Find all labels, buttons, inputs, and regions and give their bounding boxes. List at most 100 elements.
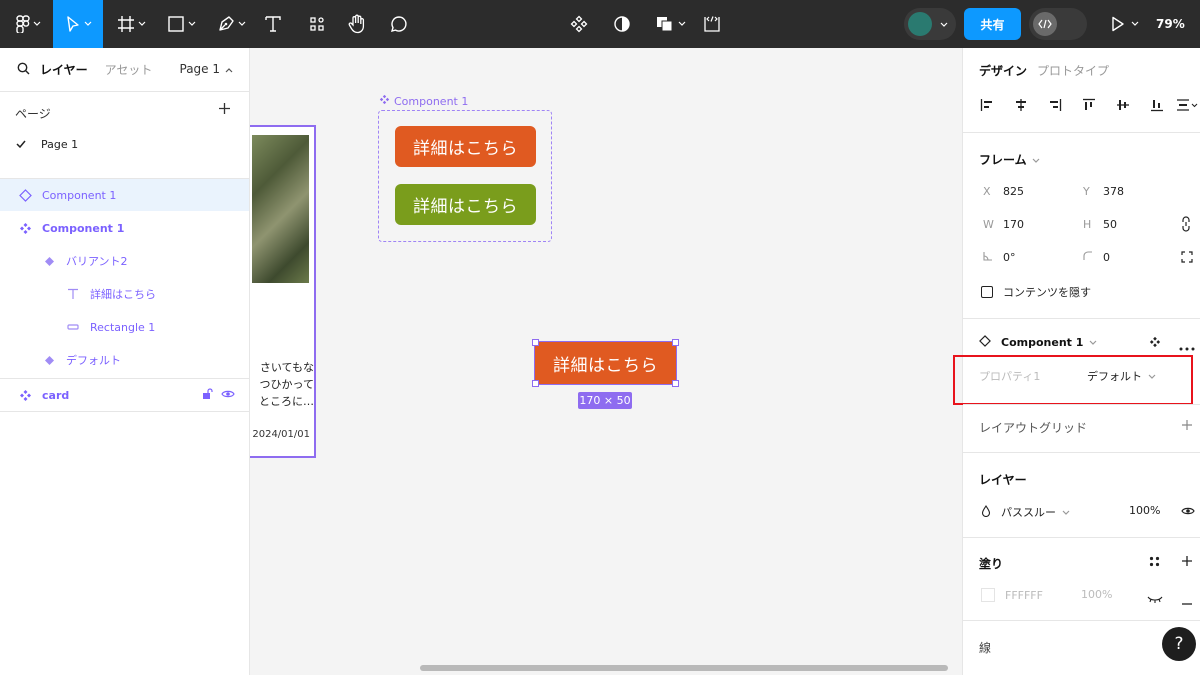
- clip-content-checkbox[interactable]: コンテンツを隠す: [981, 284, 1091, 300]
- page-item[interactable]: Page 1: [16, 138, 78, 151]
- pen-tool-button[interactable]: [210, 0, 252, 48]
- variant-default-button[interactable]: 詳細はこちら: [395, 126, 536, 167]
- pen-tool-icon: [217, 15, 235, 33]
- align-bottom-icon[interactable]: [1150, 98, 1164, 115]
- mask-button[interactable]: [608, 0, 636, 48]
- resize-handle[interactable]: [532, 339, 539, 346]
- tab-design[interactable]: デザイン: [979, 62, 1027, 79]
- tab-layers[interactable]: レイヤー: [40, 61, 88, 78]
- main-menu-button[interactable]: [8, 0, 48, 48]
- check-icon: [16, 138, 41, 151]
- component-section-title[interactable]: Component 1: [979, 335, 1097, 350]
- tab-assets[interactable]: アセット: [105, 61, 153, 78]
- add-page-button[interactable]: [218, 102, 231, 118]
- comment-tool-button[interactable]: [384, 0, 414, 48]
- help-button[interactable]: ?: [1162, 627, 1196, 661]
- layer-row-tools: [202, 387, 235, 403]
- layer-row-component[interactable]: Component 1: [0, 212, 249, 244]
- add-layout-grid-icon[interactable]: [1181, 419, 1193, 434]
- user-avatar: [908, 12, 932, 36]
- y-field[interactable]: Y 378: [1083, 185, 1124, 198]
- tab-prototype[interactable]: プロトタイプ: [1037, 62, 1109, 79]
- rectangle-tool-button[interactable]: [160, 0, 202, 48]
- frame-section-title[interactable]: フレーム: [979, 151, 1040, 168]
- chevron-down-icon: [940, 17, 948, 31]
- resize-handle[interactable]: [672, 380, 679, 387]
- styles-grid-icon[interactable]: [1149, 556, 1160, 570]
- canvas[interactable]: さいてもな つひかって ところに… 2024/01/01 Component 1…: [250, 48, 962, 675]
- hand-tool-button[interactable]: [342, 0, 372, 48]
- frame-tool-button[interactable]: [110, 0, 152, 48]
- go-to-main-component-icon[interactable]: [1149, 336, 1161, 351]
- search-icon[interactable]: [17, 62, 30, 78]
- rotation-field[interactable]: 0°: [983, 251, 1016, 264]
- fill-row[interactable]: FFFFFF: [981, 588, 1043, 602]
- component-set-frame[interactable]: 詳細はこちら 詳細はこちら: [378, 110, 552, 242]
- multiplayer-avatar[interactable]: [904, 8, 956, 40]
- component-set-icon: [18, 188, 32, 202]
- distribute-icon[interactable]: [1176, 98, 1198, 115]
- align-top-icon[interactable]: [1082, 98, 1096, 115]
- hidden-eye-icon[interactable]: [1147, 592, 1163, 606]
- actions-button[interactable]: [302, 0, 332, 48]
- constrain-proportions-icon[interactable]: [1181, 216, 1191, 235]
- layer-row-rectangle[interactable]: Rectangle 1: [0, 311, 249, 343]
- add-fill-icon[interactable]: [1181, 555, 1193, 570]
- present-button[interactable]: [1108, 0, 1142, 48]
- boolean-button[interactable]: [650, 0, 690, 48]
- eye-icon[interactable]: [221, 389, 235, 402]
- left-panel: レイヤー アセット Page 1 ページ Page 1 Component 1 …: [0, 48, 250, 675]
- more-options-icon[interactable]: [1179, 340, 1195, 354]
- variant-property-dropdown[interactable]: デフォルト: [1087, 368, 1156, 384]
- fill-swatch[interactable]: [981, 588, 995, 602]
- selected-instance-button[interactable]: 詳細はこちら: [534, 341, 677, 385]
- layer-row-text[interactable]: 詳細はこちら: [0, 278, 249, 310]
- fill-opacity-field[interactable]: 100%: [1081, 588, 1112, 601]
- align-right-icon[interactable]: [1048, 98, 1062, 115]
- blend-drop-icon: [981, 504, 991, 520]
- corner-radius-field[interactable]: 0: [1083, 251, 1110, 264]
- rotation-icon: [983, 251, 1003, 264]
- align-horizontal-center-icon[interactable]: [1014, 98, 1028, 115]
- blend-mode-dropdown[interactable]: パススルー: [981, 504, 1070, 520]
- page-selector[interactable]: Page 1: [180, 62, 234, 76]
- resize-handle[interactable]: [532, 380, 539, 387]
- component-icon: [18, 388, 32, 402]
- dev-mode-toggle[interactable]: [1029, 8, 1087, 40]
- width-field[interactable]: W 170: [983, 218, 1024, 231]
- page-item-label: Page 1: [41, 138, 79, 151]
- text-layer-icon: [66, 287, 80, 301]
- layer-opacity-field[interactable]: 100%: [1129, 504, 1160, 517]
- card-frame[interactable]: さいてもな つひかって ところに… 2024/01/01: [250, 125, 316, 458]
- chevron-down-icon: [678, 21, 686, 27]
- comment-tool-icon: [390, 15, 408, 33]
- align-left-icon[interactable]: [980, 98, 994, 115]
- layer-row-component-set[interactable]: Component 1: [0, 179, 249, 211]
- component-name: Component 1: [1001, 336, 1084, 349]
- eye-icon[interactable]: [1181, 505, 1195, 519]
- independent-corners-icon[interactable]: [1181, 251, 1193, 266]
- dev-resources-button[interactable]: [698, 0, 726, 48]
- share-button[interactable]: 共有: [964, 8, 1021, 40]
- clip-content-label: コンテンツを隠す: [1003, 286, 1091, 299]
- rectangle-layer-icon: [66, 320, 80, 334]
- horizontal-scrollbar[interactable]: [420, 665, 948, 671]
- zoom-menu[interactable]: 79%: [1156, 0, 1185, 48]
- layer-row-variant[interactable]: デフォルト: [0, 344, 249, 376]
- w-label: W: [983, 218, 994, 231]
- move-tool-button[interactable]: [53, 0, 103, 48]
- x-field[interactable]: X 825: [983, 185, 1024, 198]
- unlock-icon[interactable]: [202, 387, 213, 403]
- resize-handle[interactable]: [672, 339, 679, 346]
- layer-row-variant[interactable]: バリアント2: [0, 245, 249, 277]
- align-vertical-center-icon[interactable]: [1116, 98, 1130, 115]
- component-set-label[interactable]: Component 1: [379, 94, 468, 108]
- variant-2-button[interactable]: 詳細はこちら: [395, 184, 536, 225]
- component-icon: [570, 15, 588, 33]
- remove-fill-icon[interactable]: [1181, 594, 1193, 608]
- height-field[interactable]: H 50: [1083, 218, 1117, 231]
- text-tool-button[interactable]: [258, 0, 288, 48]
- divider: [963, 452, 1200, 453]
- create-component-button[interactable]: [565, 0, 593, 48]
- layer-row-card[interactable]: card: [0, 379, 249, 411]
